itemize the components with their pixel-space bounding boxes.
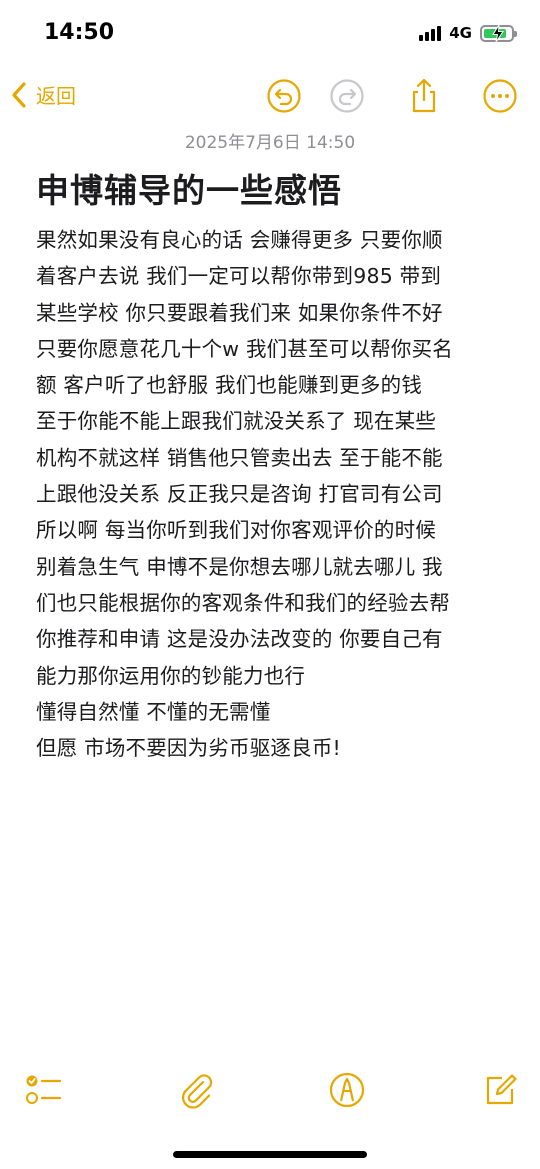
- note-line: 至于你能不能上跟我们就没关系了 现在某些: [36, 409, 437, 434]
- more-icon[interactable]: [482, 78, 518, 114]
- home-indicator[interactable]: [173, 1151, 367, 1158]
- note-line: 所以啊 每当你听到我们对你客观评价的时候: [36, 518, 437, 543]
- note-line: 别着急生气 申博不是你想去哪儿就去哪儿 我: [36, 554, 443, 579]
- note-line: 但愿 市场不要因为劣币驱逐良币!: [36, 736, 341, 761]
- note-line: 某些学校 你只要跟着我们来 如果你条件不好: [36, 300, 443, 325]
- markup-pen-icon[interactable]: [327, 1070, 367, 1110]
- status-time: 14:50: [44, 20, 115, 45]
- note-line: 上跟他没关系 反正我只是咨询 打官司有公司: [36, 482, 443, 507]
- note-title[interactable]: 申博辅导的一些感悟: [36, 164, 342, 212]
- checklist-icon[interactable]: [24, 1070, 64, 1110]
- note-body[interactable]: 果然如果没有良心的话 会赚得更多 只要你顺 着客户去说 我们一定可以帮你带到98…: [36, 222, 516, 766]
- share-icon[interactable]: [406, 78, 442, 114]
- paperclip-icon[interactable]: [176, 1070, 216, 1110]
- compose-icon[interactable]: [480, 1070, 520, 1110]
- status-indicators: 4G: [419, 24, 517, 42]
- redo-icon[interactable]: [329, 78, 365, 114]
- note-date: 2025年7月6日 14:50: [184, 133, 356, 153]
- note-line: 只要你愿意花几十个w 我们甚至可以帮你买名: [36, 336, 453, 361]
- note-line: 额 客户听了也舒服 我们也能赚到更多的钱: [36, 373, 423, 398]
- note-line: 着客户去说 我们一定可以帮你带到985 带到: [36, 264, 442, 289]
- chevron-left-icon: [12, 81, 26, 108]
- note-line: 懂得自然懂 不懂的无需懂: [36, 699, 271, 724]
- charging-bolt-icon: [492, 24, 504, 42]
- back-label: 返回: [36, 84, 76, 108]
- note-line: 果然如果没有良心的话 会赚得更多 只要你顺: [36, 228, 443, 252]
- note-line: 能力那你运用你的钞能力也行: [36, 663, 306, 688]
- cellular-signal-icon: [419, 25, 442, 41]
- status-bar: 14:50 4G: [0, 0, 540, 68]
- back-button[interactable]: 返回: [10, 80, 76, 109]
- network-type: 4G: [449, 24, 472, 42]
- navigation-bar: 返回: [0, 72, 540, 120]
- undo-icon[interactable]: [266, 78, 302, 114]
- battery-icon: [480, 24, 517, 42]
- note-line: 你推荐和申请 这是没办法改变的 你要自己有: [36, 627, 443, 652]
- bottom-toolbar: [0, 1070, 540, 1114]
- note-line: 机构不就这样 销售他只管卖出去 至于能不能: [36, 445, 443, 470]
- note-line: 们也只能根据你的客观条件和我们的经验去帮: [36, 590, 450, 615]
